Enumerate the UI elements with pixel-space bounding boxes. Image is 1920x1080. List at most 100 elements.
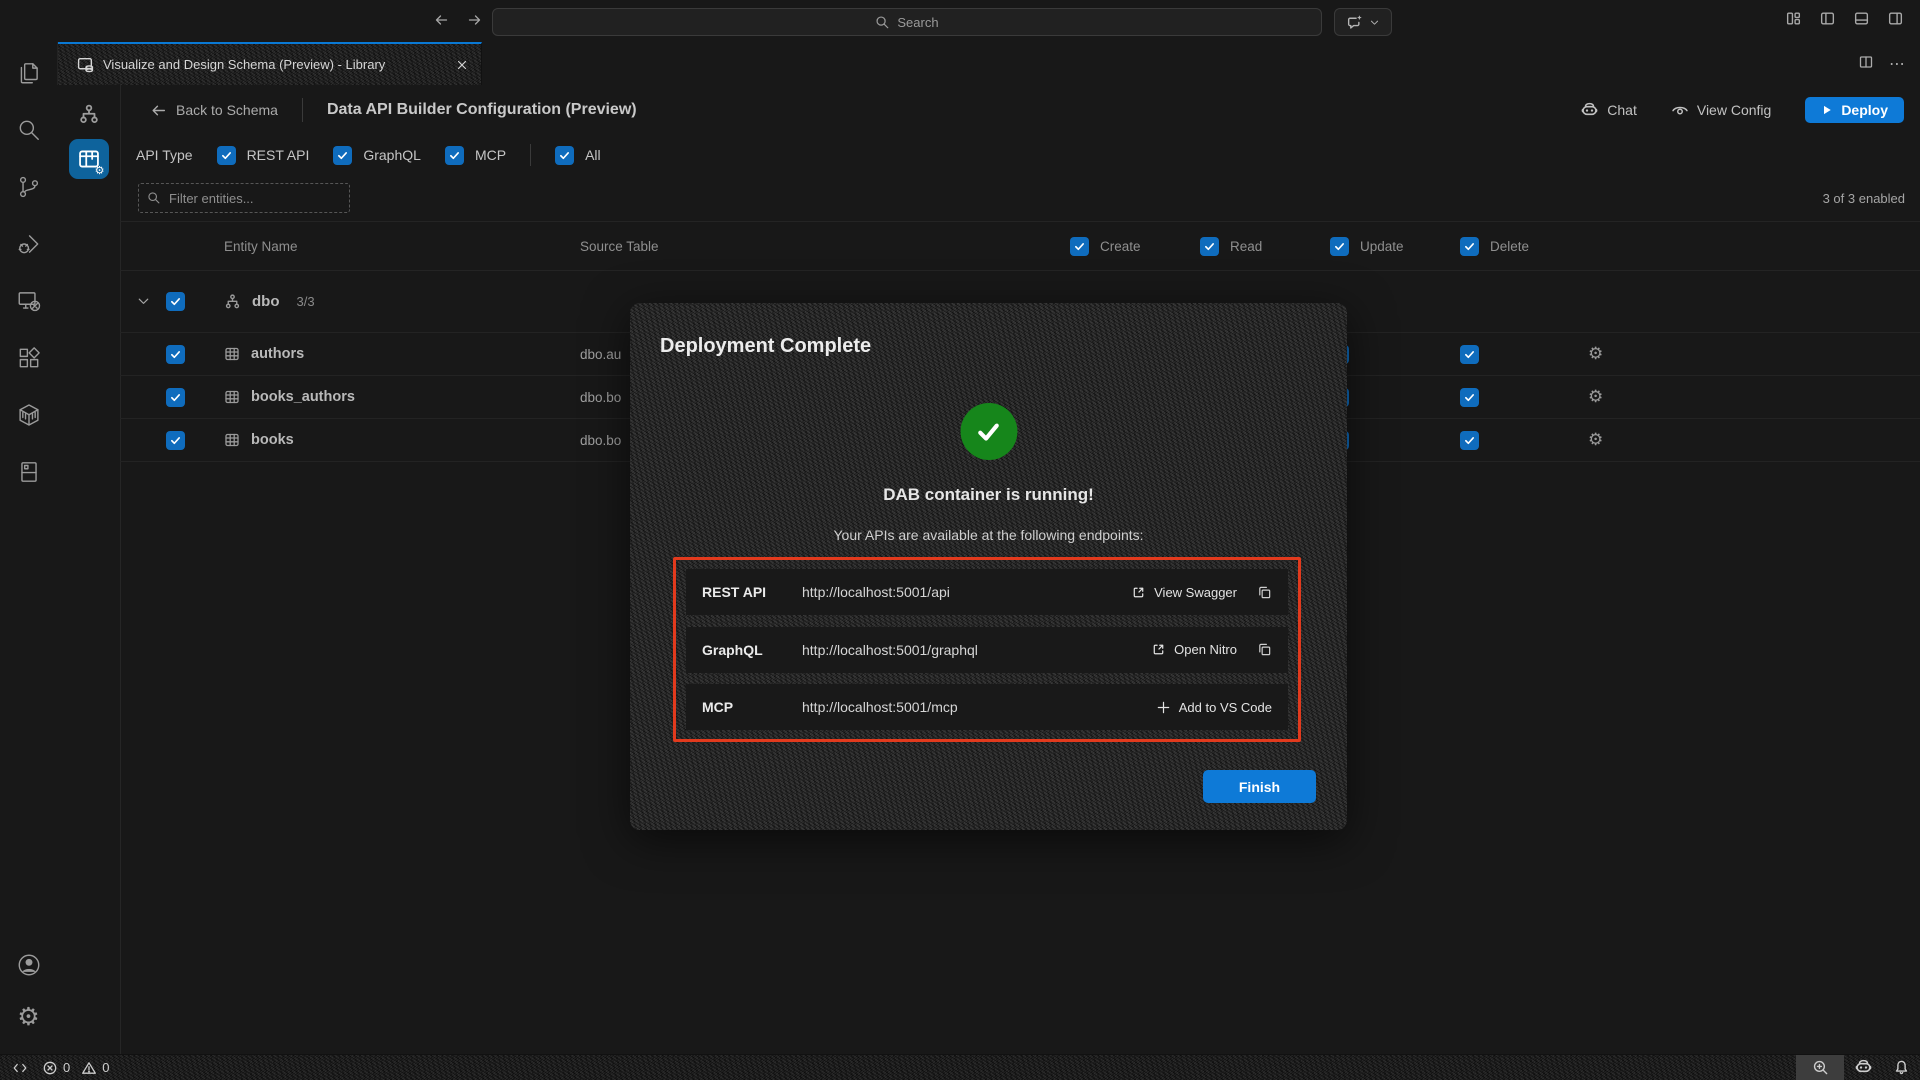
checkbox-delete[interactable] — [1460, 388, 1479, 407]
schema-view-icon[interactable] — [72, 97, 106, 131]
checkbox-mcp[interactable] — [445, 146, 464, 165]
toggle-primary-sidebar-icon[interactable] — [1819, 10, 1836, 27]
modal-title: Deployment Complete — [660, 335, 871, 358]
rest-api-label: REST API — [247, 147, 310, 163]
row-settings-gear-icon[interactable] — [1588, 433, 1603, 449]
copilot-status-button[interactable] — [1844, 1055, 1883, 1080]
success-check-icon — [960, 403, 1017, 460]
warning-icon — [81, 1060, 97, 1076]
back-arrow-icon[interactable] — [430, 9, 452, 31]
extensions-icon[interactable] — [14, 343, 44, 373]
checkbox-dbo[interactable] — [166, 292, 185, 311]
read-label: Read — [1230, 239, 1262, 254]
source-control-icon[interactable] — [14, 172, 44, 202]
entity-name-header: Entity Name — [214, 239, 580, 254]
copilot-icon — [1854, 1058, 1873, 1077]
chevron-down-icon[interactable] — [136, 294, 151, 309]
checkbox-books-authors[interactable] — [166, 388, 185, 407]
play-icon — [1821, 104, 1833, 116]
row-settings-gear-icon[interactable] — [1588, 347, 1603, 363]
endpoints-box: REST API http://localhost:5001/api View … — [673, 557, 1301, 742]
back-to-schema-link[interactable]: Back to Schema — [150, 102, 278, 119]
row-settings-gear-icon[interactable] — [1588, 390, 1603, 406]
close-icon[interactable] — [455, 58, 469, 72]
divider — [530, 144, 531, 166]
table-icon — [224, 389, 240, 405]
api-type-all: All — [555, 146, 601, 165]
checkbox-books[interactable] — [166, 431, 185, 450]
split-editor-icon[interactable] — [1858, 54, 1874, 70]
modal-subheading: Your APIs are available at the following… — [630, 527, 1347, 543]
tab-visualize-design-schema[interactable]: Visualize and Design Schema (Preview) - … — [57, 42, 482, 85]
endpoint-row-rest: REST API http://localhost:5001/api View … — [686, 569, 1288, 615]
checkbox-delete[interactable] — [1460, 431, 1479, 450]
add-to-vscode-button[interactable]: Add to VS Code — [1156, 700, 1272, 715]
search-placeholder: Search — [897, 15, 938, 30]
chevron-down-icon — [1369, 17, 1380, 28]
api-type-label: API Type — [136, 147, 193, 163]
error-icon — [42, 1060, 58, 1076]
filter-entities-input[interactable] — [138, 183, 350, 213]
endpoint-row-mcp: MCP http://localhost:5001/mcp Add to VS … — [686, 684, 1288, 730]
vscode-window: Search Visualize and Design Schema (P — [0, 0, 1920, 1080]
table-header: Entity Name Source Table Create Read Upd… — [120, 221, 1920, 271]
toggle-secondary-sidebar-icon[interactable] — [1887, 10, 1904, 27]
deploy-button[interactable]: Deploy — [1805, 97, 1904, 123]
copy-icon[interactable] — [1257, 642, 1272, 657]
checkbox-all[interactable] — [555, 146, 574, 165]
schema-designer-icon — [77, 56, 94, 73]
checkbox-read-all[interactable] — [1200, 237, 1219, 256]
view-swagger-button[interactable]: View Swagger — [1131, 585, 1237, 600]
containers-icon[interactable] — [14, 400, 44, 430]
read-header: Read — [1190, 237, 1320, 256]
external-link-icon — [1131, 585, 1146, 600]
chat-button[interactable]: Chat — [1580, 101, 1637, 120]
checkbox-create-all[interactable] — [1070, 237, 1089, 256]
checkbox-rest-api[interactable] — [217, 146, 236, 165]
warning-count: 0 — [102, 1060, 109, 1075]
entity-name: books — [251, 432, 294, 448]
all-label: All — [585, 147, 601, 163]
api-type-mcp: MCP — [445, 146, 506, 165]
chat-sparkle-icon — [1346, 14, 1363, 31]
action-label: Add to VS Code — [1179, 700, 1272, 715]
view-config-button[interactable]: View Config — [1671, 101, 1771, 119]
checkbox-graphql[interactable] — [333, 146, 352, 165]
explorer-icon[interactable] — [14, 58, 44, 88]
forward-arrow-icon[interactable] — [464, 9, 486, 31]
settings-gear-icon[interactable] — [14, 1002, 44, 1032]
more-actions-icon[interactable] — [1889, 54, 1906, 74]
run-debug-icon[interactable] — [14, 229, 44, 259]
deploy-label: Deploy — [1841, 102, 1888, 118]
copy-icon[interactable] — [1257, 585, 1272, 600]
dab-config-view-button[interactable] — [69, 139, 109, 179]
page-title: Data API Builder Configuration (Preview) — [327, 101, 637, 119]
action-label: Open Nitro — [1174, 642, 1237, 657]
account-icon[interactable] — [14, 950, 44, 980]
checkbox-update-all[interactable] — [1330, 237, 1349, 256]
view-config-label: View Config — [1697, 102, 1771, 118]
checkbox-delete-all[interactable] — [1460, 237, 1479, 256]
zoom-status-button[interactable] — [1796, 1055, 1844, 1080]
command-center-search[interactable]: Search — [492, 8, 1322, 36]
customize-layout-icon[interactable] — [1785, 10, 1802, 27]
remote-icon — [12, 1060, 28, 1076]
finish-button[interactable]: Finish — [1203, 770, 1316, 803]
checkbox-authors[interactable] — [166, 345, 185, 364]
endpoint-label: REST API — [702, 584, 802, 600]
database-server-icon[interactable] — [14, 457, 44, 487]
create-label: Create — [1100, 239, 1141, 254]
checkbox-delete[interactable] — [1460, 345, 1479, 364]
endpoint-url: http://localhost:5001/api — [802, 584, 1131, 600]
open-nitro-button[interactable]: Open Nitro — [1151, 642, 1237, 657]
search-icon[interactable] — [14, 115, 44, 145]
problems-indicator[interactable]: 0 0 — [42, 1060, 109, 1076]
copilot-chat-button[interactable] — [1334, 8, 1392, 36]
bell-icon — [1893, 1059, 1910, 1076]
toggle-panel-icon[interactable] — [1853, 10, 1870, 27]
remote-explorer-icon[interactable] — [14, 286, 44, 316]
notifications-bell-button[interactable] — [1883, 1055, 1920, 1080]
update-header: Update — [1320, 237, 1450, 256]
remote-indicator[interactable] — [12, 1060, 28, 1076]
update-label: Update — [1360, 239, 1404, 254]
